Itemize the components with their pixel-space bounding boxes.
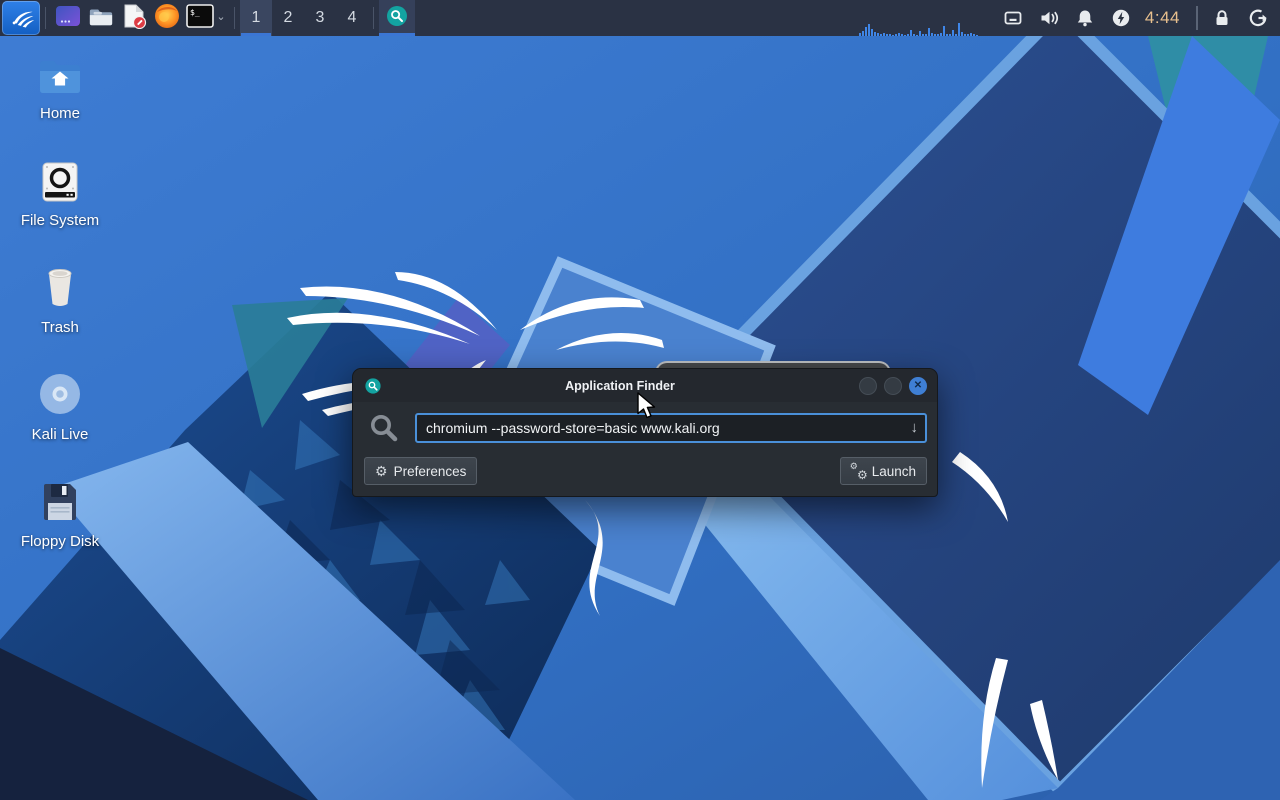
workspace-2[interactable]: 2 — [272, 0, 304, 36]
app-finder-icon — [386, 5, 408, 32]
launcher-terminal[interactable]: $_ ⌄ — [183, 0, 229, 36]
floppy-icon — [38, 476, 82, 524]
desktop-icon-file-system[interactable]: File System — [12, 155, 108, 255]
kali-menu-button[interactable] — [2, 1, 40, 35]
desktop-icon-home[interactable]: Home — [12, 48, 108, 148]
launch-button[interactable]: ⚙ ⚙ Launch — [840, 457, 927, 485]
terminal-icon: $_ — [186, 4, 214, 33]
workspace-label: 2 — [284, 9, 293, 27]
workspace-1[interactable]: 1 — [240, 0, 272, 36]
desktop-icon-label: Floppy Disk — [21, 534, 99, 551]
hard-drive-icon — [38, 155, 82, 203]
disc-icon — [37, 369, 83, 417]
run-gears-icon: ⚙ ⚙ — [851, 464, 866, 479]
search-icon — [369, 413, 399, 443]
folder-icon — [88, 3, 114, 34]
clock[interactable]: 4:44 — [1145, 8, 1180, 28]
minimize-button[interactable] — [859, 377, 877, 395]
terminal-glyph: $_ — [190, 8, 200, 17]
workspace-label: 3 — [316, 9, 325, 27]
panel-tray: 4:44 — [859, 0, 1280, 36]
launcher-text-editor[interactable] — [117, 0, 150, 36]
panel-launchers: $_ ⌄ 1 2 3 4 — [0, 0, 415, 36]
window-title: Application Finder — [381, 379, 859, 393]
kali-logo-icon — [7, 3, 35, 34]
cpu-graph[interactable] — [859, 0, 979, 36]
top-panel: $_ ⌄ 1 2 3 4 — [0, 0, 1280, 36]
network-icon[interactable] — [1003, 8, 1023, 28]
desktop-icon-label: Trash — [41, 320, 79, 337]
logout-icon[interactable] — [1248, 8, 1268, 28]
trash-icon — [40, 262, 80, 310]
application-finder-window: Application Finder ✕ ↓ ⚙ Preferences ⚙ — [352, 368, 938, 497]
desktop-icon-trash[interactable]: Trash — [12, 262, 108, 362]
text-editor-icon — [121, 3, 147, 34]
panel-separator — [45, 7, 46, 29]
gear-icon: ⚙ — [375, 464, 388, 478]
app-finder-titlebar-icon — [365, 378, 381, 394]
preferences-button[interactable]: ⚙ Preferences — [364, 457, 477, 485]
desktop-icon-kali-live[interactable]: Kali Live — [12, 369, 108, 469]
volume-icon[interactable] — [1039, 8, 1059, 28]
firefox-icon — [154, 3, 180, 34]
launch-label: Launch — [872, 464, 916, 479]
close-icon: ✕ — [914, 381, 922, 391]
chevron-down-icon[interactable]: ⌄ — [216, 12, 225, 23]
panel-separator — [373, 7, 374, 29]
lock-screen-icon[interactable] — [1212, 8, 1232, 28]
launcher-firefox[interactable] — [150, 0, 183, 36]
panel-separator — [1196, 6, 1198, 30]
panel-separator — [234, 7, 235, 29]
desktop-icon-label: Kali Live — [32, 427, 89, 444]
purple-window-icon — [55, 3, 81, 34]
desktop-icon-label: File System — [21, 213, 99, 230]
taskbar-application-finder[interactable] — [379, 0, 415, 36]
desktop-icon-label: Home — [40, 106, 80, 123]
home-folder-icon — [37, 48, 83, 96]
notifications-bell-icon[interactable] — [1075, 8, 1095, 28]
close-button[interactable]: ✕ — [909, 377, 927, 395]
maximize-button[interactable] — [884, 377, 902, 395]
workspace-3[interactable]: 3 — [304, 0, 336, 36]
workspace-label: 4 — [348, 9, 357, 27]
workspace-label: 1 — [252, 9, 261, 27]
launcher-file-manager[interactable] — [84, 0, 117, 36]
launcher-window-app[interactable] — [51, 0, 84, 36]
power-manager-icon[interactable] — [1111, 8, 1131, 28]
workspace-4[interactable]: 4 — [336, 0, 368, 36]
desktop-icon-floppy-disk[interactable]: Floppy Disk — [12, 476, 108, 576]
mouse-cursor — [636, 392, 658, 422]
preferences-label: Preferences — [394, 464, 467, 479]
search-input[interactable] — [415, 413, 927, 443]
